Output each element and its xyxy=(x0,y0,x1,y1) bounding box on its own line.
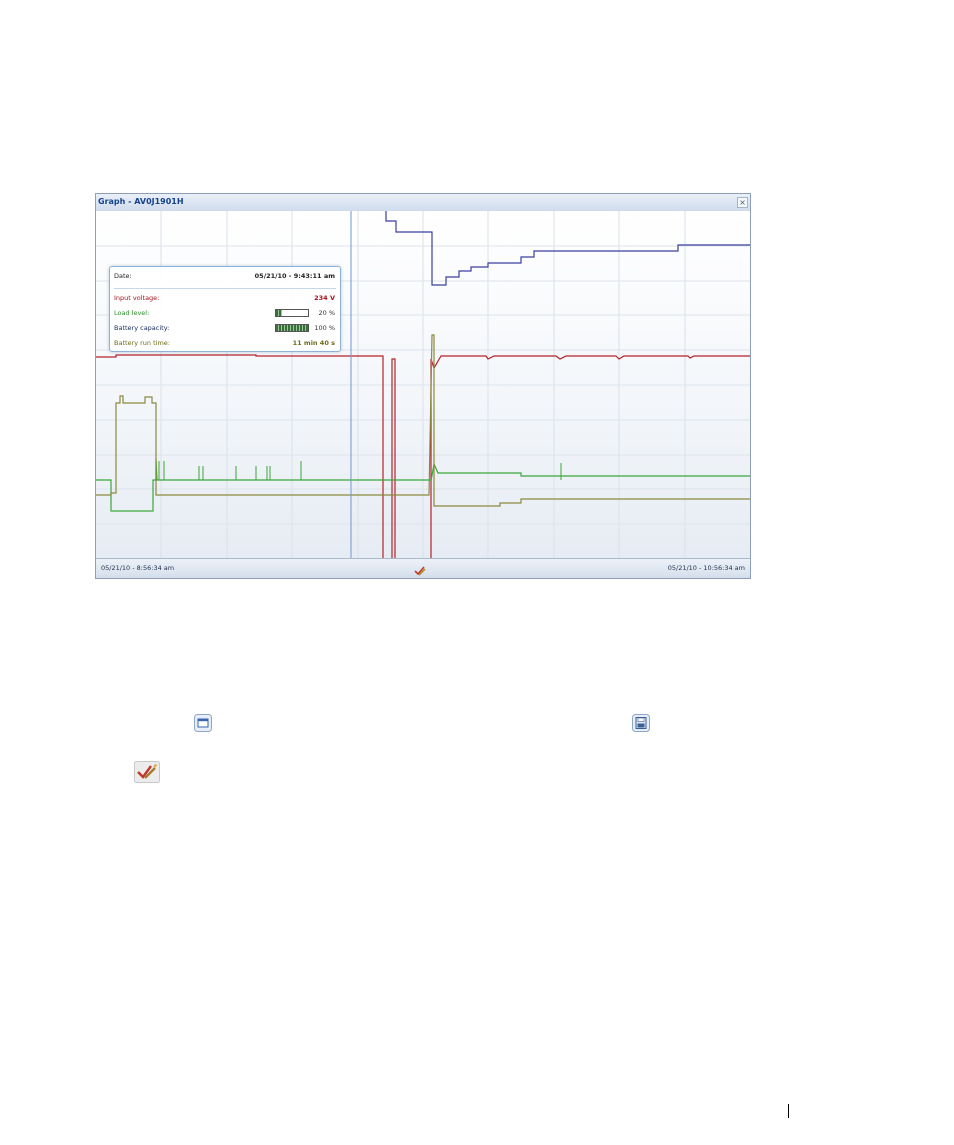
tooltip-battery-runtime-value: 11 min 40 s xyxy=(292,339,335,347)
tooltip-load-level-value: 20 % xyxy=(318,309,335,317)
end-time-label: 05/21/10 - 10:56:34 am xyxy=(667,564,745,572)
graph-plot-area[interactable]: Date: 05/21/10 - 9:43:11 am Input voltag… xyxy=(96,211,750,559)
battery-capacity-meter xyxy=(275,324,309,332)
tooltip-input-voltage-label: Input voltage: xyxy=(114,294,160,302)
graph-title: Graph - AV0J1901H xyxy=(98,197,184,206)
load-level-meter-fill xyxy=(276,310,283,316)
graph-svg xyxy=(96,211,750,559)
tooltip-date-row: Date: 05/21/10 - 9:43:11 am xyxy=(114,272,335,282)
tooltip-load-level-row: Load level: 20 % xyxy=(114,309,335,319)
maximize-icon xyxy=(194,714,212,732)
graph-footer: 05/21/10 - 8:56:34 am 05/21/10 - 10:56:3… xyxy=(96,558,750,578)
graph-window: Graph - AV0J1901H × Date: 05/21/10 - 9:4… xyxy=(95,193,751,579)
tooltip-date-value: 05/21/10 - 9:43:11 am xyxy=(254,272,335,280)
battery-capacity-meter-fill xyxy=(276,325,308,331)
load-level-meter xyxy=(275,309,309,317)
tooltip-battery-runtime-label: Battery run time: xyxy=(114,339,170,347)
tooltip-divider xyxy=(114,288,336,289)
data-tooltip: Date: 05/21/10 - 9:43:11 am Input voltag… xyxy=(109,266,341,352)
close-button[interactable]: × xyxy=(737,197,748,208)
tooltip-input-voltage-row: Input voltage: 234 V xyxy=(114,294,335,304)
start-time-label: 05/21/10 - 8:56:34 am xyxy=(101,564,175,572)
chart-options-icon[interactable] xyxy=(414,562,426,576)
page-margin-marker xyxy=(788,1104,789,1118)
tooltip-battery-capacity-value: 100 % xyxy=(314,324,335,332)
tooltip-load-level-label: Load level: xyxy=(114,309,150,317)
tooltip-input-voltage-value: 234 V xyxy=(314,294,335,302)
tooltip-battery-capacity-row: Battery capacity: 100 % xyxy=(114,324,335,334)
chart-options-icon xyxy=(134,761,160,783)
save-icon xyxy=(632,714,650,732)
tooltip-battery-capacity-label: Battery capacity: xyxy=(114,324,170,332)
tooltip-date-label: Date: xyxy=(114,272,132,280)
graph-title-bar[interactable]: Graph - AV0J1901H × xyxy=(96,194,750,212)
tooltip-battery-runtime-row: Battery run time: 11 min 40 s xyxy=(114,339,335,349)
